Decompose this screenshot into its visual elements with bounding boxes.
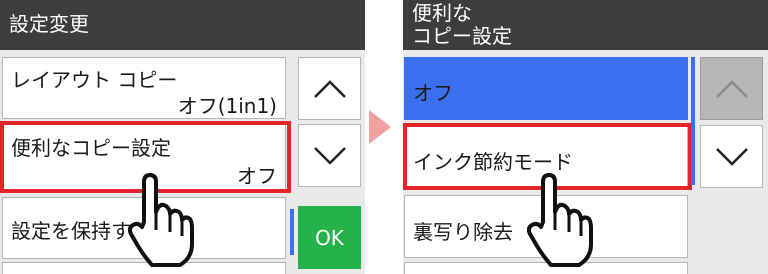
title-bar: 便利な コピー設定 [403,0,768,50]
list-item-value: オフ [237,164,277,188]
title-bar: 設定変更 [0,0,365,50]
chevron-down-icon [715,147,748,166]
page-title: 設定変更 [9,12,89,36]
arrow-right-icon [369,110,391,144]
list-item-label: オフ [413,81,453,105]
scrollbar[interactable] [290,209,294,255]
scroll-down-button[interactable] [700,125,763,188]
chevron-down-icon [313,146,346,165]
list-item-layout-copy[interactable]: レイアウト コピー オフ(1in1) [2,57,286,119]
scroll-down-button[interactable] [298,124,361,187]
page-title-line2: コピー設定 [412,24,512,48]
pointing-hand-icon [128,173,194,267]
list-item-label: インク節約モード [413,150,573,174]
list-item-label: 裏写り除去 [413,220,513,244]
ok-button[interactable]: OK [298,206,361,269]
scrollbar[interactable] [691,57,695,185]
page-title-line1: 便利な [412,1,472,25]
left-screen: 設定変更 レイアウト コピー オフ(1in1) 便利なコピー設定 オフ 設定を保… [0,0,365,274]
list-item-label: レイアウト コピー [11,68,178,92]
ok-button-label: OK [315,225,344,250]
scroll-up-button[interactable] [298,57,361,120]
list-item-label: 設定を保持す [11,219,131,243]
list-item-off-selected[interactable]: オフ [404,57,688,120]
list-item-label: 便利なコピー設定 [11,136,171,160]
pointing-hand-icon [527,173,593,267]
scroll-up-button[interactable] [700,57,763,120]
chevron-up-icon [715,79,748,98]
right-screen: 便利な コピー設定 オフ インク節約モード 裏写り除去 [403,0,768,274]
list-item-value: オフ(1in1) [177,94,277,118]
chevron-up-icon [313,79,346,98]
